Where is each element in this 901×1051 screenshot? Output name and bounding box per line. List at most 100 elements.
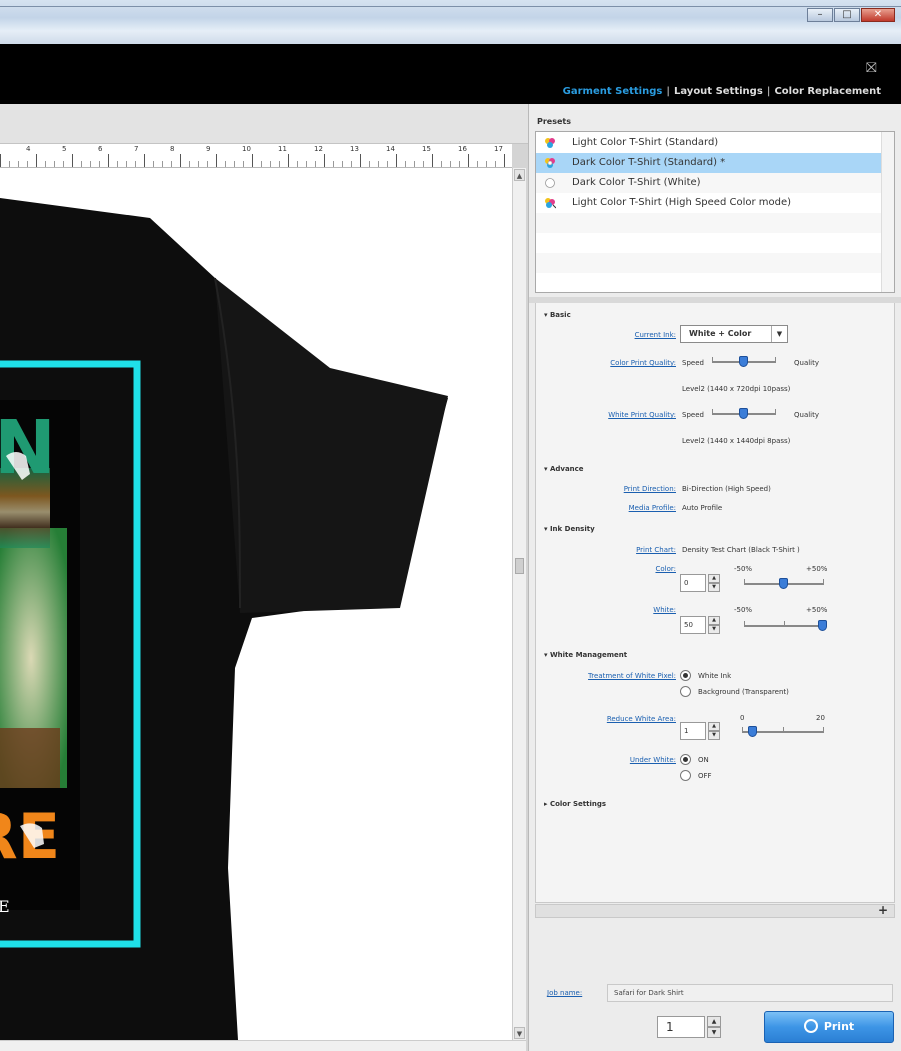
scroll-up-arrow[interactable]: ▲ [514, 169, 525, 181]
slider-knob[interactable] [748, 726, 757, 737]
background-transparent-option: Background (Transparent) [698, 688, 789, 696]
preset-item[interactable]: Dark Color T-Shirt (White) [536, 173, 882, 193]
close-button[interactable]: ✕ [861, 8, 895, 22]
reduce-white-area-label[interactable]: Reduce White Area: [536, 715, 676, 723]
preset-item-selected[interactable]: Dark Color T-Shirt (Standard) * [536, 153, 882, 173]
color-density-slider[interactable] [744, 578, 824, 589]
white-density-input[interactable]: 50 [680, 616, 706, 634]
stepper-down-icon[interactable]: ▼ [708, 583, 720, 592]
tab-separator: | [766, 86, 771, 97]
copies-input[interactable]: 1 [657, 1016, 705, 1038]
preset-item[interactable]: Light Color T-Shirt (Standard) [536, 133, 882, 153]
stepper-down-icon[interactable]: ▼ [708, 625, 720, 634]
cmyk-white-icon [545, 158, 555, 168]
minimize-button[interactable]: – [807, 8, 833, 22]
slider-knob[interactable] [818, 620, 827, 631]
hide-panel-icon[interactable]: ⛝ [866, 60, 886, 76]
ruler-number: 6 [98, 145, 103, 153]
print-direction-label[interactable]: Print Direction: [536, 485, 676, 493]
white-density-slider[interactable] [744, 620, 827, 631]
white-ink-radio[interactable] [680, 670, 691, 681]
stepper-down-icon[interactable]: ▼ [707, 1027, 721, 1038]
current-ink-label[interactable]: Current Ink: [536, 331, 676, 339]
color-quality-quality-label: Quality [794, 359, 820, 367]
preview-toolbar [0, 104, 528, 144]
white-quality-speed-label: Speed [682, 411, 704, 419]
reduce-white-input[interactable]: 1 [680, 722, 706, 740]
artwork-text-small: E [0, 897, 10, 916]
section-ink-density[interactable]: ▾ Ink Density [544, 525, 595, 533]
stepper-up-icon[interactable]: ▲ [708, 722, 720, 731]
slider-knob[interactable] [739, 356, 748, 367]
cmyk-icon [545, 138, 555, 148]
media-profile-label[interactable]: Media Profile: [536, 504, 676, 512]
section-advance-title: Advance [549, 465, 584, 473]
preview-area: 4 5 6 7 8 9 10 11 12 13 14 15 16 17 N E … [0, 104, 528, 1051]
tab-color-replacement[interactable]: Color Replacement [774, 86, 881, 97]
ruler-number: 13 [350, 145, 359, 153]
high-speed-color-icon [545, 198, 556, 209]
ruler-number: 8 [170, 145, 175, 153]
treatment-white-pixel-label[interactable]: Treatment of White Pixel: [536, 672, 676, 680]
ruler-number: 7 [134, 145, 139, 153]
reduce-white-stepper[interactable]: ▲ ▼ [708, 722, 720, 740]
tab-layout-settings[interactable]: Layout Settings [674, 86, 763, 97]
reduce-white-slider[interactable] [742, 726, 824, 737]
tshirt-sleeve [215, 278, 448, 613]
stepper-down-icon[interactable]: ▼ [708, 731, 720, 740]
white-density-label[interactable]: White: [536, 606, 676, 614]
current-ink-dropdown[interactable]: White + Color ▼ [680, 325, 788, 343]
artwork-text-top: N [0, 405, 56, 491]
under-white-label[interactable]: Under White: [536, 756, 676, 764]
tab-garment-settings[interactable]: Garment Settings [563, 86, 663, 97]
presets-scrollbar[interactable] [881, 132, 894, 292]
section-basic[interactable]: ▾ Basic [544, 311, 571, 319]
white-density-min: -50% [734, 606, 753, 614]
print-chart-value: Density Test Chart (Black T-Shirt ) [682, 546, 800, 554]
white-ink-icon [545, 178, 555, 188]
section-basic-title: Basic [549, 311, 571, 319]
maximize-button[interactable]: □ [834, 8, 860, 22]
canvas-horizontal-scrollbar[interactable] [0, 1040, 526, 1051]
white-print-quality-label[interactable]: White Print Quality: [536, 411, 676, 419]
titlebar-divider [0, 6, 901, 7]
print-button[interactable]: Print [764, 1011, 894, 1043]
canvas-vertical-scrollbar[interactable]: ▲ ▼ [512, 168, 526, 1040]
section-color-settings[interactable]: ▸ Color Settings [544, 800, 606, 808]
section-white-management[interactable]: ▾ White Management [544, 651, 627, 659]
preset-label: Dark Color T-Shirt (Standard) * [572, 157, 726, 168]
garment-canvas[interactable]: N RE E [0, 168, 512, 1040]
color-print-quality-slider[interactable] [712, 356, 776, 367]
add-icon[interactable]: + [878, 903, 888, 917]
white-ink-option: White Ink [698, 672, 732, 680]
preset-empty-row [536, 213, 882, 233]
scroll-down-arrow[interactable]: ▼ [514, 1027, 525, 1039]
color-density-stepper[interactable]: ▲ ▼ [708, 574, 720, 592]
stepper-up-icon[interactable]: ▲ [708, 616, 720, 625]
white-print-quality-slider[interactable] [712, 408, 776, 419]
ruler-number: 14 [386, 145, 395, 153]
under-white-off-radio[interactable] [680, 770, 691, 781]
scroll-thumb[interactable] [515, 558, 524, 574]
job-name-label[interactable]: Job name: [547, 989, 582, 997]
job-name-field[interactable]: Safari for Dark Shirt [607, 984, 893, 1002]
section-advance[interactable]: ▾ Advance [544, 465, 584, 473]
slider-knob[interactable] [739, 408, 748, 419]
background-transparent-radio[interactable] [680, 686, 691, 697]
window-controls: – □ ✕ [807, 8, 895, 22]
white-density-max: +50% [806, 606, 828, 614]
white-quality-level: Level2 (1440 x 1440dpi 8pass) [682, 437, 791, 445]
color-density-label[interactable]: Color: [536, 565, 676, 573]
white-density-stepper[interactable]: ▲ ▼ [708, 616, 720, 634]
copies-stepper[interactable]: ▲ ▼ [707, 1016, 721, 1038]
presets-label: Presets [537, 117, 572, 126]
preset-item[interactable]: Light Color T-Shirt (High Speed Color mo… [536, 193, 882, 213]
stepper-up-icon[interactable]: ▲ [708, 574, 720, 583]
slider-knob[interactable] [779, 578, 788, 589]
media-profile-value: Auto Profile [682, 504, 723, 512]
color-density-input[interactable]: 0 [680, 574, 706, 592]
stepper-up-icon[interactable]: ▲ [707, 1016, 721, 1027]
color-print-quality-label[interactable]: Color Print Quality: [536, 359, 676, 367]
under-white-on-radio[interactable] [680, 754, 691, 765]
print-chart-label[interactable]: Print Chart: [536, 546, 676, 554]
